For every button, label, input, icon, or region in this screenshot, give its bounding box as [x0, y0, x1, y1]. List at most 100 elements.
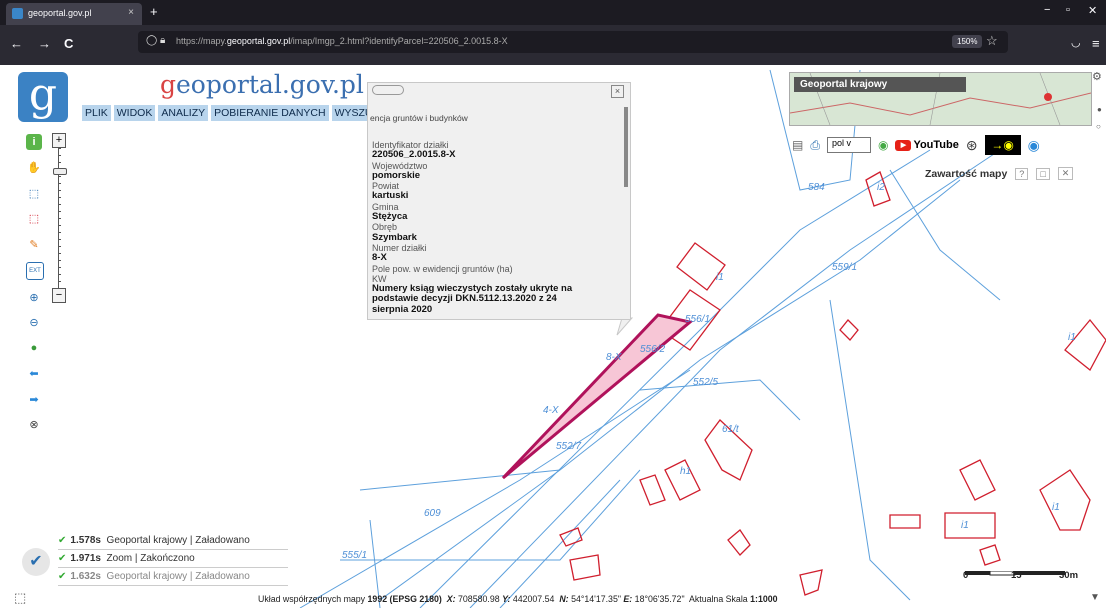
parcel-label: 555/1	[342, 550, 367, 561]
menu-icon[interactable]: ≡	[1092, 36, 1100, 51]
parcel-label: 552/7	[556, 441, 581, 452]
close-panel-button[interactable]: ✕	[1057, 167, 1074, 180]
youtube-link[interactable]: ▶ YouTube	[895, 139, 959, 151]
accessibility-icon[interactable]: ⊛	[966, 137, 978, 154]
field-value: Stężyca	[372, 211, 408, 223]
scale-label-zero: 0	[963, 570, 969, 581]
parcel-label: 584	[808, 182, 825, 193]
restore-button[interactable]: ▫	[1066, 4, 1070, 16]
parcel-label: 556/1	[685, 314, 710, 325]
zoom-out-icon[interactable]: ⊖	[26, 315, 42, 331]
scale-label-mid: 15	[1011, 570, 1022, 581]
bookmark-star-icon[interactable]: ☆	[986, 33, 998, 49]
back-button[interactable]: ←	[10, 36, 23, 51]
refresh-icon[interactable]: ◉	[878, 138, 888, 152]
zoom-slider-handle[interactable]	[53, 168, 67, 175]
parcel-line	[829, 299, 911, 601]
selected-parcel[interactable]	[501, 313, 694, 480]
parcel-label: 609	[424, 508, 441, 519]
menu-analizy[interactable]: ANALIZY	[158, 105, 209, 121]
previous-view-icon[interactable]: ⬅	[26, 366, 42, 382]
field-value: kartuski	[372, 190, 409, 202]
parcel-line	[340, 469, 641, 561]
popup-header: encja gruntów i budynków	[370, 113, 468, 123]
browser-nav-bar: ← → C ◯ 🔒︎ https://mapy.geoportal.gov.pl…	[0, 25, 1106, 65]
geoportal-logo[interactable]: g	[18, 72, 68, 122]
overview-map[interactable]: Geoportal krajowy	[789, 72, 1092, 126]
popup-close-button[interactable]: ×	[611, 85, 624, 98]
youtube-play-icon: ▶	[895, 139, 912, 151]
popup-drag-handle[interactable]	[372, 85, 404, 95]
scroll-down-icon[interactable]: ▼	[1090, 592, 1100, 603]
popup-scrollbar[interactable]	[624, 107, 628, 187]
menu-pobieranie-danych[interactable]: POBIERANIE DANYCH	[211, 105, 329, 121]
scale-label-end: 30m	[1059, 570, 1079, 581]
globe-icon[interactable]: ●	[26, 340, 42, 356]
status-row: ✔ 1.578s Geoportal krajowy | Załadowano	[58, 532, 288, 550]
help-button[interactable]: ?	[1015, 167, 1029, 180]
parcel-line	[889, 169, 1001, 301]
select-area-icon[interactable]: ⬚	[26, 185, 42, 201]
document-icon[interactable]: ▤	[792, 138, 803, 152]
parcel-label: 8-X	[606, 352, 622, 363]
zoom-in-button[interactable]: +	[52, 133, 66, 148]
parcel-line	[299, 369, 691, 608]
forward-button[interactable]: →	[38, 36, 51, 51]
eye-icon[interactable]: ◉	[1028, 137, 1040, 154]
status-check-button[interactable]: ✔	[22, 548, 50, 576]
building-outline	[839, 319, 859, 341]
high-contrast-toggle[interactable]: →◉	[984, 135, 1021, 155]
parcel-label: h1	[680, 466, 691, 477]
pan-hand-icon[interactable]: ✋	[26, 160, 42, 176]
map-contents-panel: Zawartość mapy ? □ ✕	[925, 167, 1074, 180]
field-value: 8-X	[372, 252, 387, 264]
zoom-in-icon[interactable]: ⊕	[26, 289, 42, 305]
extent-icon[interactable]: EXT	[26, 261, 44, 280]
reload-button[interactable]: C	[64, 36, 73, 51]
field-value: Numery ksiąg wieczystych zostały ukryte …	[372, 283, 573, 315]
check-icon: ✔	[58, 535, 67, 546]
status-row: ✔ 1.971s Zoom | Zakończono	[58, 550, 288, 568]
parcel-line	[499, 479, 621, 608]
pocket-icon[interactable]: ◡	[1071, 36, 1081, 49]
zoom-indicator[interactable]: 150%	[952, 35, 983, 48]
parcel-line	[639, 379, 801, 421]
pencil-icon[interactable]: ✎	[26, 236, 42, 252]
tab-close-button[interactable]: ×	[128, 7, 134, 18]
zoom-out-button[interactable]: −	[52, 288, 66, 303]
language-select[interactable]: pol v	[826, 137, 871, 153]
settings-gear-icon[interactable]: ⚙	[1092, 70, 1102, 83]
expand-panel-icon[interactable]: ⬚	[14, 590, 26, 606]
building-outline	[889, 514, 921, 529]
building-outline	[979, 544, 1001, 566]
print-icon[interactable]: ⎙	[810, 138, 820, 153]
building-outline	[959, 459, 996, 501]
window-close-button[interactable]: ✕	[1088, 4, 1097, 17]
check-icon: ✔	[58, 571, 67, 582]
field-value: pomorskie	[372, 169, 421, 181]
parcel-info-popup: × encja gruntów i budynków Identyfikator…	[367, 82, 631, 320]
menu-widok[interactable]: WIDOK	[113, 105, 156, 121]
site-name: geoportal.gov.pl	[160, 70, 364, 99]
zoom-slider[interactable]: + −	[52, 133, 66, 303]
compass-icon[interactable]: ⊗	[26, 417, 42, 433]
browser-tab[interactable]: geoportal.gov.pl ×	[6, 3, 142, 25]
parcel-line	[359, 469, 561, 491]
overview-map-title: Geoportal krajowy	[794, 77, 966, 92]
menu-plik[interactable]: PLIK	[82, 105, 111, 121]
new-tab-button[interactable]: +	[150, 4, 158, 19]
parcel-label: 552/5	[693, 377, 718, 388]
url-bar[interactable]: ◯ 🔒︎ https://mapy.geoportal.gov.pl/imap/…	[138, 31, 1008, 53]
minimize-panel-button[interactable]: □	[1036, 167, 1050, 180]
info-icon[interactable]: i	[26, 134, 42, 150]
map-toolbar: i ✋ ⬚ ⬚ ✎ EXT ⊕ ⊖ ● ⬅ ➡ ⊗	[24, 134, 46, 442]
circle-icon: ○	[1096, 122, 1101, 131]
overview-marker	[1044, 93, 1052, 101]
next-view-icon[interactable]: ➡	[26, 391, 42, 407]
minimize-button[interactable]: −	[1044, 4, 1050, 16]
check-icon: ✔	[58, 553, 67, 564]
deselect-area-icon[interactable]: ⬚	[26, 211, 42, 227]
field-value: Szymbark	[372, 231, 417, 243]
url-text: https://mapy.geoportal.gov.pl/imap/Imgp_…	[176, 36, 508, 46]
map-contents-title: Zawartość mapy	[925, 167, 1008, 180]
